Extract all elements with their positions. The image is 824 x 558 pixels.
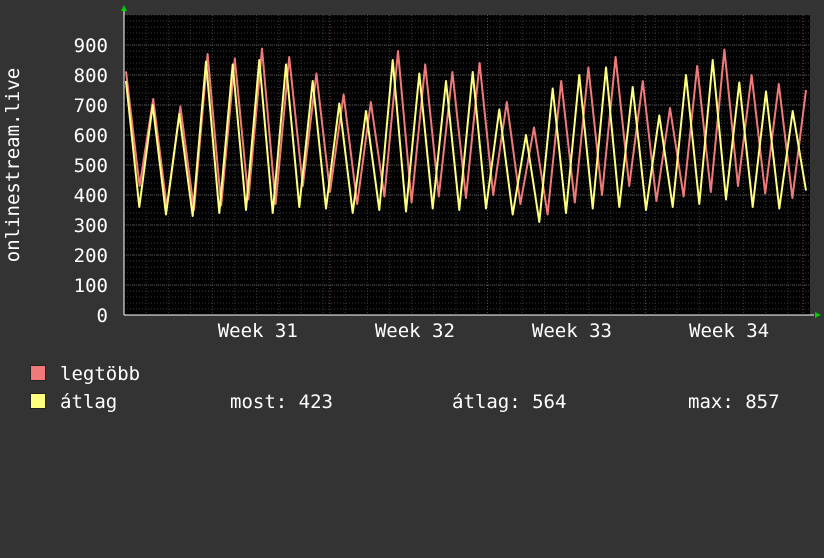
y-tick-label: 100 — [74, 275, 108, 297]
x-tick-label: Week 33 — [532, 320, 612, 340]
max-swatch — [30, 365, 46, 381]
y-axis-label: onlinestream.live — [2, 68, 24, 262]
max-label: legtöbb — [60, 363, 141, 385]
y-tick-labels: 0 100 200 300 400 500 600 700 800 900 — [74, 35, 108, 327]
stat-average: átlag: 564 — [452, 391, 567, 413]
y-tick-label: 700 — [74, 95, 108, 117]
stat-current: most: 423 — [230, 391, 333, 413]
y-axis-arrow — [121, 5, 127, 11]
x-axis-arrow — [815, 312, 821, 318]
x-tick-labels: Week 31 Week 32 Week 33 Week 34 — [218, 320, 769, 342]
y-tick-label: 900 — [74, 35, 108, 57]
chart-container: 0 100 200 300 400 500 600 700 800 900 Week 31 Week… — [0, 0, 824, 430]
y-tick-label: 600 — [74, 125, 108, 147]
legend-max: legtöbb — [30, 362, 140, 386]
y-tick-label: 200 — [74, 245, 108, 267]
y-tick-label: 500 — [74, 155, 108, 177]
x-tick-label: Week 34 — [689, 320, 769, 340]
stat-maximum: max: 857 — [688, 391, 780, 413]
chart-plot: 0100200300400500600700800900 Week 31 Week… — [2, 5, 821, 342]
x-tick-label: Week 32 — [375, 320, 455, 340]
x-tick-label: Week 31 — [218, 320, 298, 340]
avg-label: átlag — [60, 391, 118, 413]
y-tick-label: 800 — [74, 65, 108, 87]
avg-swatch — [30, 393, 46, 409]
legend-avg: átlag most: 423 átlag: 564 max: 857 — [30, 390, 810, 414]
y-tick-label: 400 — [74, 185, 108, 207]
y-tick-label: 0 — [97, 305, 108, 327]
y-tick-label: 300 — [74, 215, 108, 237]
